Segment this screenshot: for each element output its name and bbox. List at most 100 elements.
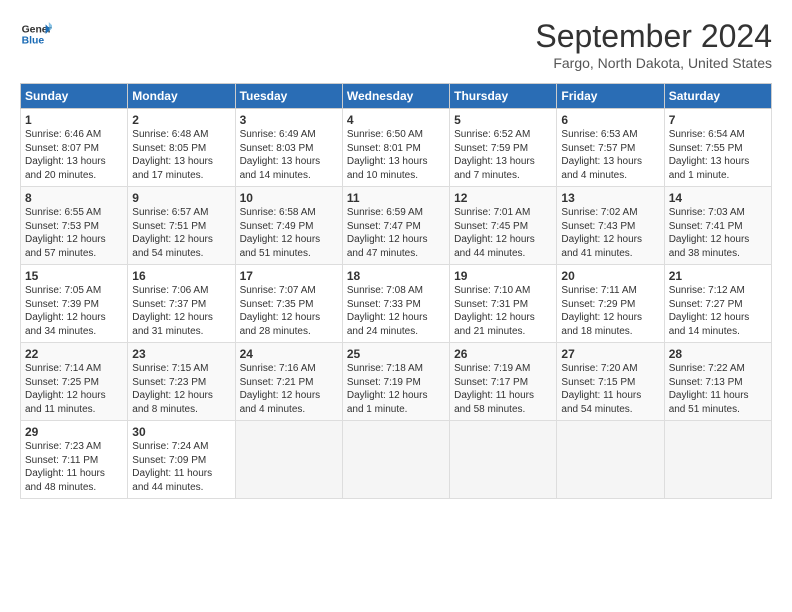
day-cell: 25Sunrise: 7:18 AMSunset: 7:19 PMDayligh… [342,343,449,421]
day-cell: 12Sunrise: 7:01 AMSunset: 7:45 PMDayligh… [450,187,557,265]
day-info: Sunrise: 7:07 AMSunset: 7:35 PMDaylight:… [240,284,338,338]
day-number: 16 [132,269,230,283]
day-number: 3 [240,113,338,127]
day-info: Sunrise: 7:08 AMSunset: 7:33 PMDaylight:… [347,284,445,338]
day-cell: 3Sunrise: 6:49 AMSunset: 8:03 PMDaylight… [235,109,342,187]
day-info: Sunrise: 7:05 AMSunset: 7:39 PMDaylight:… [25,284,123,338]
day-cell: 7Sunrise: 6:54 AMSunset: 7:55 PMDaylight… [664,109,771,187]
day-info: Sunrise: 6:54 AMSunset: 7:55 PMDaylight:… [669,128,767,182]
day-number: 30 [132,425,230,439]
day-number: 24 [240,347,338,361]
day-info: Sunrise: 7:10 AMSunset: 7:31 PMDaylight:… [454,284,552,338]
day-number: 29 [25,425,123,439]
col-header-wednesday: Wednesday [342,84,449,109]
day-cell: 9Sunrise: 6:57 AMSunset: 7:51 PMDaylight… [128,187,235,265]
page: General Blue September 2024 Fargo, North… [0,0,792,509]
day-info: Sunrise: 6:53 AMSunset: 7:57 PMDaylight:… [561,128,659,182]
day-number: 17 [240,269,338,283]
day-cell: 28Sunrise: 7:22 AMSunset: 7:13 PMDayligh… [664,343,771,421]
day-number: 15 [25,269,123,283]
day-number: 12 [454,191,552,205]
day-number: 25 [347,347,445,361]
day-info: Sunrise: 7:14 AMSunset: 7:25 PMDaylight:… [25,362,123,416]
svg-text:Blue: Blue [22,36,45,47]
day-info: Sunrise: 7:19 AMSunset: 7:17 PMDaylight:… [454,362,552,416]
day-cell: 8Sunrise: 6:55 AMSunset: 7:53 PMDaylight… [21,187,128,265]
day-cell: 26Sunrise: 7:19 AMSunset: 7:17 PMDayligh… [450,343,557,421]
day-info: Sunrise: 6:46 AMSunset: 8:07 PMDaylight:… [25,128,123,182]
day-number: 1 [25,113,123,127]
day-cell: 5Sunrise: 6:52 AMSunset: 7:59 PMDaylight… [450,109,557,187]
day-info: Sunrise: 6:48 AMSunset: 8:05 PMDaylight:… [132,128,230,182]
day-number: 27 [561,347,659,361]
day-cell: 16Sunrise: 7:06 AMSunset: 7:37 PMDayligh… [128,265,235,343]
day-info: Sunrise: 7:22 AMSunset: 7:13 PMDaylight:… [669,362,767,416]
col-header-monday: Monday [128,84,235,109]
day-number: 18 [347,269,445,283]
logo-icon: General Blue [20,18,52,50]
day-cell: 15Sunrise: 7:05 AMSunset: 7:39 PMDayligh… [21,265,128,343]
col-header-sunday: Sunday [21,84,128,109]
day-info: Sunrise: 7:18 AMSunset: 7:19 PMDaylight:… [347,362,445,416]
day-info: Sunrise: 6:49 AMSunset: 8:03 PMDaylight:… [240,128,338,182]
day-cell [342,421,449,499]
day-cell: 29Sunrise: 7:23 AMSunset: 7:11 PMDayligh… [21,421,128,499]
day-cell: 19Sunrise: 7:10 AMSunset: 7:31 PMDayligh… [450,265,557,343]
day-number: 19 [454,269,552,283]
day-cell: 13Sunrise: 7:02 AMSunset: 7:43 PMDayligh… [557,187,664,265]
day-cell: 22Sunrise: 7:14 AMSunset: 7:25 PMDayligh… [21,343,128,421]
location: Fargo, North Dakota, United States [535,55,772,71]
day-number: 23 [132,347,230,361]
day-cell: 17Sunrise: 7:07 AMSunset: 7:35 PMDayligh… [235,265,342,343]
day-number: 5 [454,113,552,127]
day-cell: 20Sunrise: 7:11 AMSunset: 7:29 PMDayligh… [557,265,664,343]
week-row-5: 29Sunrise: 7:23 AMSunset: 7:11 PMDayligh… [21,421,772,499]
day-cell [450,421,557,499]
day-info: Sunrise: 6:58 AMSunset: 7:49 PMDaylight:… [240,206,338,260]
day-number: 6 [561,113,659,127]
day-cell [664,421,771,499]
logo: General Blue [20,18,52,50]
day-info: Sunrise: 7:01 AMSunset: 7:45 PMDaylight:… [454,206,552,260]
col-header-friday: Friday [557,84,664,109]
day-cell: 4Sunrise: 6:50 AMSunset: 8:01 PMDaylight… [342,109,449,187]
day-cell: 10Sunrise: 6:58 AMSunset: 7:49 PMDayligh… [235,187,342,265]
day-cell: 14Sunrise: 7:03 AMSunset: 7:41 PMDayligh… [664,187,771,265]
header-row: SundayMondayTuesdayWednesdayThursdayFrid… [21,84,772,109]
day-info: Sunrise: 7:20 AMSunset: 7:15 PMDaylight:… [561,362,659,416]
day-info: Sunrise: 7:15 AMSunset: 7:23 PMDaylight:… [132,362,230,416]
month-title: September 2024 [535,18,772,55]
day-number: 9 [132,191,230,205]
calendar-table: SundayMondayTuesdayWednesdayThursdayFrid… [20,83,772,499]
day-number: 14 [669,191,767,205]
header: General Blue September 2024 Fargo, North… [20,18,772,71]
day-number: 13 [561,191,659,205]
day-info: Sunrise: 6:52 AMSunset: 7:59 PMDaylight:… [454,128,552,182]
day-cell: 30Sunrise: 7:24 AMSunset: 7:09 PMDayligh… [128,421,235,499]
day-info: Sunrise: 7:06 AMSunset: 7:37 PMDaylight:… [132,284,230,338]
day-number: 20 [561,269,659,283]
day-cell: 6Sunrise: 6:53 AMSunset: 7:57 PMDaylight… [557,109,664,187]
day-number: 4 [347,113,445,127]
day-number: 10 [240,191,338,205]
day-cell: 21Sunrise: 7:12 AMSunset: 7:27 PMDayligh… [664,265,771,343]
day-number: 21 [669,269,767,283]
day-cell [235,421,342,499]
day-info: Sunrise: 7:11 AMSunset: 7:29 PMDaylight:… [561,284,659,338]
day-info: Sunrise: 7:23 AMSunset: 7:11 PMDaylight:… [25,440,123,494]
day-number: 26 [454,347,552,361]
day-cell: 18Sunrise: 7:08 AMSunset: 7:33 PMDayligh… [342,265,449,343]
day-info: Sunrise: 6:59 AMSunset: 7:47 PMDaylight:… [347,206,445,260]
col-header-tuesday: Tuesday [235,84,342,109]
col-header-thursday: Thursday [450,84,557,109]
day-info: Sunrise: 7:12 AMSunset: 7:27 PMDaylight:… [669,284,767,338]
day-info: Sunrise: 6:57 AMSunset: 7:51 PMDaylight:… [132,206,230,260]
day-number: 8 [25,191,123,205]
day-cell: 1Sunrise: 6:46 AMSunset: 8:07 PMDaylight… [21,109,128,187]
day-cell: 11Sunrise: 6:59 AMSunset: 7:47 PMDayligh… [342,187,449,265]
day-info: Sunrise: 7:16 AMSunset: 7:21 PMDaylight:… [240,362,338,416]
day-cell: 27Sunrise: 7:20 AMSunset: 7:15 PMDayligh… [557,343,664,421]
day-info: Sunrise: 6:50 AMSunset: 8:01 PMDaylight:… [347,128,445,182]
week-row-2: 8Sunrise: 6:55 AMSunset: 7:53 PMDaylight… [21,187,772,265]
day-info: Sunrise: 6:55 AMSunset: 7:53 PMDaylight:… [25,206,123,260]
